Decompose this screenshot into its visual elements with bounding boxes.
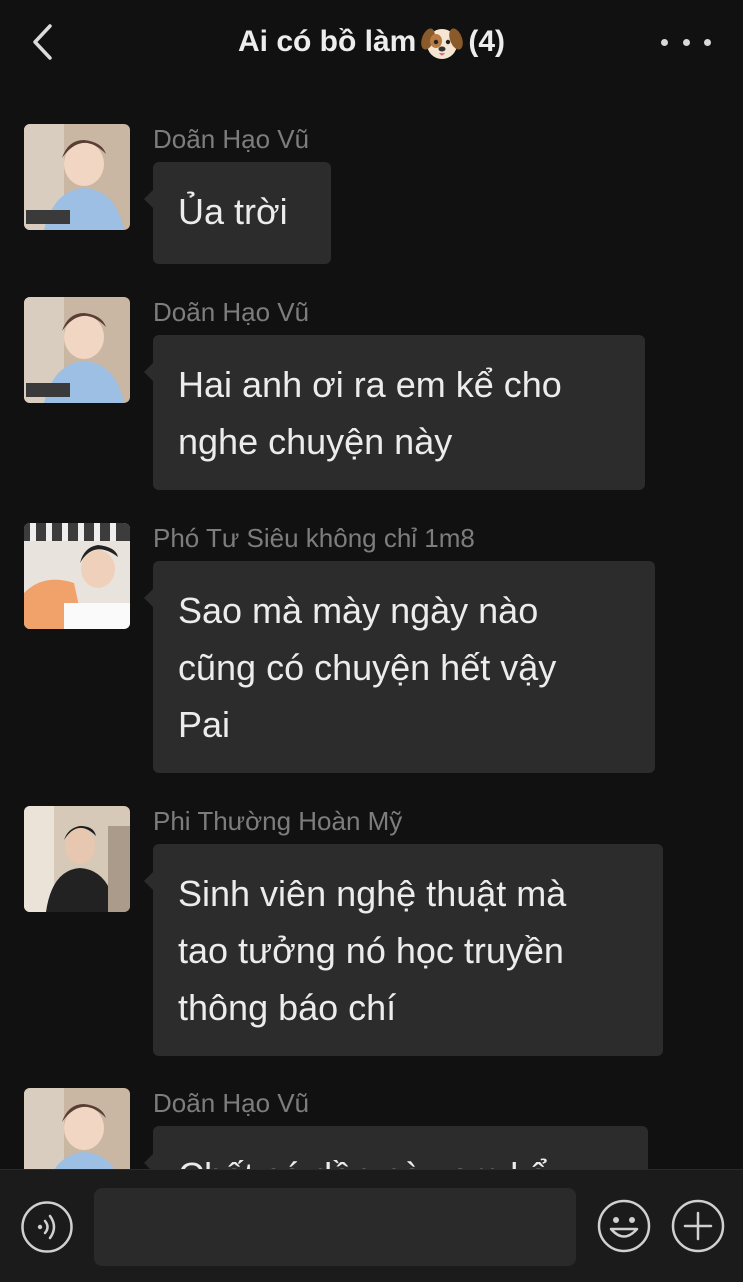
plus-circle-icon[interactable]: [670, 1198, 726, 1254]
message-bubble[interactable]: Hai anh ơi ra em kể cho nghe chuyện này: [144, 335, 645, 490]
voice-input-icon[interactable]: [20, 1200, 74, 1254]
message-line: thông báo chí: [178, 987, 397, 1028]
message-bubble[interactable]: Ủa trời: [144, 162, 331, 264]
sender-name: Doãn Hạo Vũ: [153, 124, 310, 154]
sender-name: Doãn Hạo Vũ: [153, 297, 310, 327]
member-count: (4): [468, 25, 506, 58]
message-line: Chết có dần này em kể: [178, 1147, 623, 1169]
message-line: nghe chuyện này: [178, 421, 453, 462]
message-bubble[interactable]: Sinh viên nghệ thuật mà tao tưởng nó học…: [144, 844, 663, 1056]
group-name: Ai có bồ làm: [237, 25, 417, 58]
message-line: Sinh viên nghệ thuật mà: [178, 873, 567, 914]
avatar[interactable]: [24, 297, 130, 403]
message-line: Hai anh ơi ra em kể cho: [178, 364, 562, 405]
avatar[interactable]: [24, 1088, 130, 1169]
message-line: Ủa trời: [178, 191, 288, 232]
more-options-icon[interactable]: [661, 28, 711, 56]
sender-name: Phi Thường Hoàn Mỹ: [153, 806, 403, 836]
chat-header: Ai có bồ làm (4): [0, 0, 743, 84]
sender-name: Phó Tư Siêu không chỉ 1m8: [153, 523, 475, 553]
dog-face-icon: [420, 22, 464, 62]
input-toolbar: [0, 1169, 743, 1282]
message-line: tao tưởng nó học truyền: [178, 930, 564, 971]
chat-title: Ai có bồ làm (4): [238, 22, 505, 62]
smiley-icon[interactable]: [596, 1198, 652, 1254]
avatar[interactable]: [24, 806, 130, 912]
chevron-left-icon[interactable]: [22, 20, 62, 64]
message-list[interactable]: Doãn Hạo Vũ Ủa trời Doãn Hạo Vũ Hai anh …: [0, 84, 743, 1169]
sender-name: Doãn Hạo Vũ: [153, 1088, 310, 1118]
message-line: Sao mà mày ngày nào: [178, 590, 539, 631]
avatar[interactable]: [24, 124, 130, 230]
message-input[interactable]: [94, 1188, 576, 1266]
message-line: cũng có chuyện hết vậy: [178, 647, 557, 688]
message-bubble[interactable]: Chết có dần này em kể: [144, 1126, 648, 1169]
avatar[interactable]: [24, 523, 130, 629]
message-line: Pai: [178, 704, 231, 745]
message-bubble[interactable]: Sao mà mày ngày nào cũng có chuyện hết v…: [144, 561, 655, 773]
